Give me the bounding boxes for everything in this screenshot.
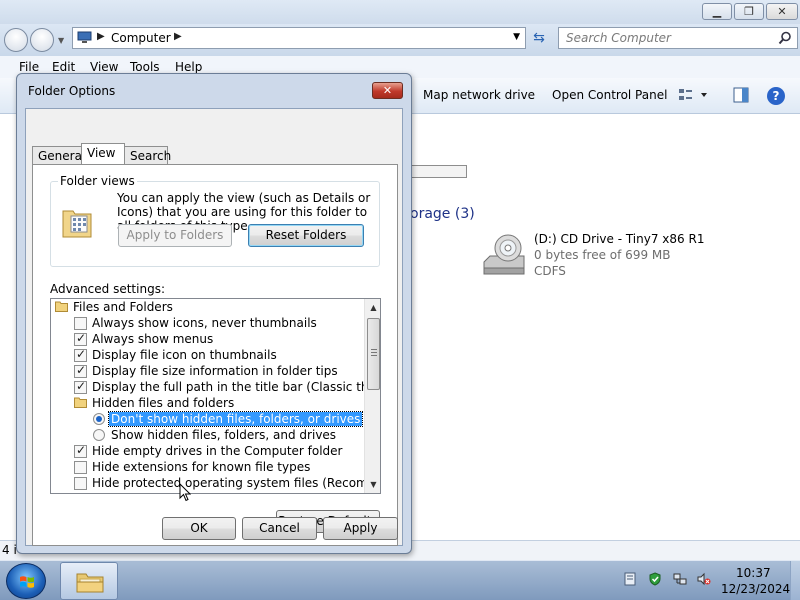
search-icon[interactable] [778, 31, 792, 45]
checkbox[interactable] [74, 347, 87, 362]
folder-icon [76, 573, 104, 593]
advanced-settings-tree[interactable]: Files and Folders Always show icons, nev… [50, 298, 381, 494]
tab-general[interactable]: General [32, 146, 85, 165]
menu-tools[interactable]: Tools [130, 60, 160, 74]
grip-icon [371, 349, 377, 356]
tree-label: Always show icons, never thumbnails [92, 316, 317, 330]
checkbox[interactable] [74, 363, 87, 378]
group-header[interactable]: orage (3) [410, 206, 475, 222]
folder-options-dialog: Folder Options ✕ General View Search Fol… [16, 73, 412, 554]
forward-button[interactable] [30, 28, 54, 52]
back-button[interactable] [4, 28, 28, 52]
menu-view[interactable]: View [90, 60, 118, 74]
ok-button[interactable]: OK [162, 517, 236, 540]
folder-icon [74, 397, 87, 408]
tree-label: Files and Folders [73, 300, 173, 314]
tree-label: Show hidden files, folders, and drives [111, 428, 337, 442]
scroll-thumb[interactable] [367, 318, 380, 390]
folder-views-label: Folder views [58, 174, 137, 188]
apply-to-folders-button[interactable]: Apply to Folders [118, 224, 232, 247]
help-icon[interactable]: ? [767, 87, 785, 105]
drive-usage-bar [410, 165, 467, 178]
tab-view[interactable]: View [81, 143, 125, 164]
dialog-title: Folder Options [28, 84, 116, 98]
tree-scrollbar[interactable]: ▲ ▼ [364, 299, 380, 493]
windows-logo-icon [20, 576, 34, 588]
start-button[interactable] [6, 563, 46, 599]
menu-file[interactable]: File [19, 60, 39, 74]
status-text: 4 i [2, 543, 17, 557]
clock-date[interactable]: 12/23/2024 [721, 582, 790, 596]
chevron-right-icon[interactable]: ▶ [174, 31, 182, 42]
computer-icon [77, 31, 92, 43]
search-input[interactable]: Search Computer [558, 27, 798, 49]
checkbox[interactable] [74, 443, 87, 458]
show-desktop-button[interactable] [790, 561, 800, 600]
refresh-button[interactable]: ⇆ [528, 27, 550, 49]
explorer-titlebar: ▁ ❐ ✕ [0, 0, 800, 24]
checkbox[interactable] [74, 461, 87, 474]
checkbox[interactable] [74, 331, 87, 346]
tree-label: Hide extensions for known file types [92, 460, 311, 474]
network-icon[interactable] [673, 572, 687, 586]
drive-name[interactable]: (D:) CD Drive - Tiny7 x86 R1 [534, 232, 704, 246]
checkbox[interactable] [74, 477, 87, 490]
folder-views-group: Folder views You can apply the view (suc… [50, 174, 380, 267]
clock-time[interactable]: 10:37 [736, 566, 771, 580]
tree-label: Hidden files and folders [92, 396, 235, 410]
drive-free-space: 0 bytes free of 699 MB [534, 248, 671, 262]
radio-button[interactable] [93, 429, 105, 441]
search-placeholder: Search Computer [566, 31, 671, 45]
map-network-drive-button[interactable]: Map network drive [423, 88, 535, 102]
cd-drive-icon[interactable] [480, 232, 528, 280]
tree-label: Hide protected operating system files (R… [92, 476, 380, 490]
security-shield-icon[interactable] [648, 572, 662, 586]
taskbar-explorer-button[interactable] [60, 562, 118, 600]
apply-button[interactable]: Apply [323, 517, 398, 540]
dialog-body: General View Search Folder views You can… [25, 108, 403, 546]
tree-label: Display the full path in the title bar (… [92, 380, 380, 394]
mouse-pointer-icon [179, 483, 191, 502]
menu-edit[interactable]: Edit [52, 60, 75, 74]
volume-muted-icon[interactable] [697, 572, 711, 586]
radio-button[interactable] [93, 413, 105, 425]
chevron-right-icon[interactable]: ▶ [97, 31, 105, 42]
recent-pages-dropdown[interactable]: ▼ [58, 36, 64, 45]
scroll-down-arrow-icon[interactable]: ▼ [365, 476, 380, 493]
address-location[interactable]: Computer [111, 31, 171, 45]
drive-filesystem: CDFS [534, 264, 566, 278]
chevron-down-icon[interactable]: ▼ [513, 32, 520, 42]
tree-label: Display file icon on thumbnails [92, 348, 277, 362]
menu-help[interactable]: Help [175, 60, 202, 74]
tree-label: Don't show hidden files, folders, or dri… [107, 411, 364, 427]
address-bar[interactable]: ▶ Computer ▶ ▼ [72, 27, 526, 49]
close-button[interactable]: ✕ [766, 3, 798, 20]
preview-pane-icon[interactable] [733, 87, 749, 103]
cancel-button[interactable]: Cancel [242, 517, 317, 540]
checkbox[interactable] [74, 379, 87, 394]
folder-icon [55, 301, 68, 312]
minimize-button[interactable]: ▁ [702, 3, 732, 20]
view-tab-panel: Folder views You can apply the view (suc… [32, 164, 398, 546]
tree-label: Hide empty drives in the Computer folder [92, 444, 343, 458]
advanced-settings-label: Advanced settings: [50, 282, 165, 296]
open-control-panel-button[interactable]: Open Control Panel [552, 88, 667, 102]
scroll-up-arrow-icon[interactable]: ▲ [365, 299, 380, 316]
restore-button[interactable]: ❐ [734, 3, 764, 20]
tree-label: Always show menus [92, 332, 214, 346]
tab-search[interactable]: Search [124, 146, 171, 165]
action-center-icon[interactable] [623, 572, 637, 586]
tree-label: Display file size information in folder … [92, 364, 338, 378]
checkbox[interactable] [74, 317, 87, 330]
dialog-close-button[interactable]: ✕ [372, 82, 403, 99]
view-options-icon[interactable] [678, 87, 708, 103]
reset-folders-button[interactable]: Reset Folders [248, 224, 364, 247]
folder-views-icon [62, 210, 92, 238]
